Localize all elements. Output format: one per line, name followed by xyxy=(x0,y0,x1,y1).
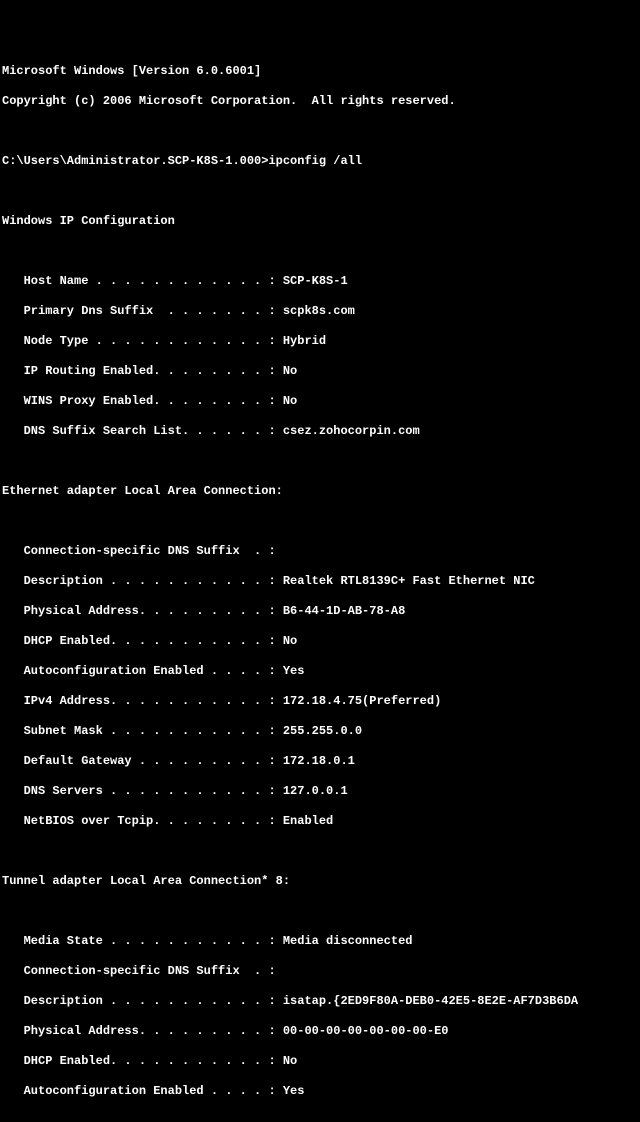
eth-physical-address: Physical Address. . . . . . . . . : B6-4… xyxy=(2,604,638,619)
tunnel-title: Tunnel adapter Local Area Connection* 8: xyxy=(2,874,638,889)
tunnel-description: Description . . . . . . . . . . . : isat… xyxy=(2,994,638,1009)
host-name: Host Name . . . . . . . . . . . . : SCP-… xyxy=(2,274,638,289)
tunnel-physical-address: Physical Address. . . . . . . . . : 00-0… xyxy=(2,1024,638,1039)
wins-proxy: WINS Proxy Enabled. . . . . . . . : No xyxy=(2,394,638,409)
blank xyxy=(2,844,638,859)
tunnel-dhcp: DHCP Enabled. . . . . . . . . . . : No xyxy=(2,1054,638,1069)
tunnel-conn-dns-suffix: Connection-specific DNS Suffix . : xyxy=(2,964,638,979)
eth-dhcp: DHCP Enabled. . . . . . . . . . . : No xyxy=(2,634,638,649)
ip-routing: IP Routing Enabled. . . . . . . . : No xyxy=(2,364,638,379)
blank xyxy=(2,184,638,199)
copyright-line: Copyright (c) 2006 Microsoft Corporation… xyxy=(2,94,638,109)
node-type: Node Type . . . . . . . . . . . . : Hybr… xyxy=(2,334,638,349)
ipconfig-title: Windows IP Configuration xyxy=(2,214,638,229)
tunnel-autoconfig: Autoconfiguration Enabled . . . . : Yes xyxy=(2,1084,638,1099)
eth-ipv4: IPv4 Address. . . . . . . . . . . : 172.… xyxy=(2,694,638,709)
tunnel-media-state: Media State . . . . . . . . . . . : Medi… xyxy=(2,934,638,949)
prompt-ipconfig[interactable]: C:\Users\Administrator.SCP-K8S-1.000>ipc… xyxy=(2,154,638,169)
version-line: Microsoft Windows [Version 6.0.6001] xyxy=(2,64,638,79)
eth-autoconfig: Autoconfiguration Enabled . . . . : Yes xyxy=(2,664,638,679)
blank xyxy=(2,124,638,139)
blank xyxy=(2,904,638,919)
blank xyxy=(2,454,638,469)
eth-subnet: Subnet Mask . . . . . . . . . . . : 255.… xyxy=(2,724,638,739)
dns-suffix-search: DNS Suffix Search List. . . . . . : csez… xyxy=(2,424,638,439)
blank xyxy=(2,1114,638,1122)
primary-dns-suffix: Primary Dns Suffix . . . . . . . : scpk8… xyxy=(2,304,638,319)
blank xyxy=(2,514,638,529)
prompt-path: C:\Users\Administrator.SCP-K8S-1.000> xyxy=(2,154,268,168)
eth-description: Description . . . . . . . . . . . : Real… xyxy=(2,574,638,589)
ethernet-title: Ethernet adapter Local Area Connection: xyxy=(2,484,638,499)
eth-netbios: NetBIOS over Tcpip. . . . . . . . : Enab… xyxy=(2,814,638,829)
eth-dns-servers: DNS Servers . . . . . . . . . . . : 127.… xyxy=(2,784,638,799)
eth-conn-dns-suffix: Connection-specific DNS Suffix . : xyxy=(2,544,638,559)
command-text: ipconfig /all xyxy=(268,154,362,168)
blank xyxy=(2,244,638,259)
eth-gateway: Default Gateway . . . . . . . . . : 172.… xyxy=(2,754,638,769)
